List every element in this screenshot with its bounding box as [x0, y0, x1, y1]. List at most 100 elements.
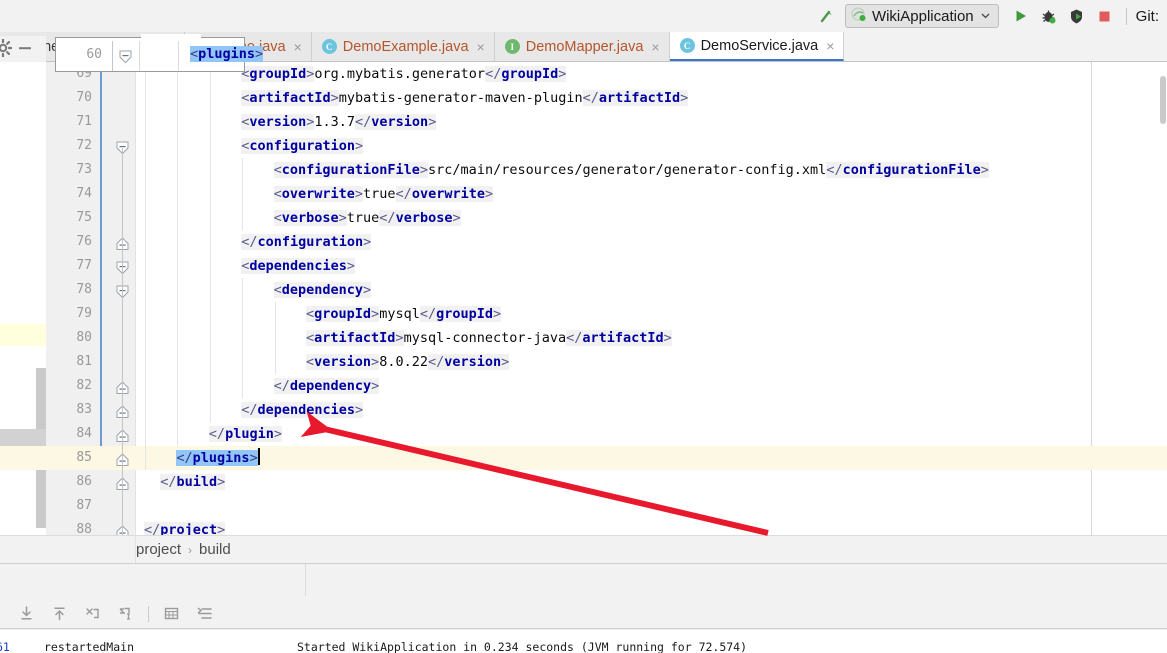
debug-icon[interactable]: [1035, 3, 1063, 29]
code-line[interactable]: 73 <configurationFile>src/main/resources/…: [0, 158, 1167, 182]
token-sel: plugins: [192, 450, 250, 466]
tab-demoservice-java[interactable]: C DemoService.java ×: [669, 32, 845, 61]
token-tg: version: [249, 114, 307, 130]
indent-guide: [145, 446, 146, 470]
token-br: >: [428, 114, 437, 130]
code-line[interactable]: 88 </project>: [0, 518, 1167, 535]
token-br: </: [208, 426, 226, 442]
token-br: >: [452, 210, 461, 226]
tab-close-icon[interactable]: ×: [292, 40, 302, 54]
code-line[interactable]: 76 </configuration>: [0, 230, 1167, 254]
code-line[interactable]: 72 <configuration>: [0, 134, 1167, 158]
scroll-to-end-icon[interactable]: [109, 601, 142, 627]
indent-guide: [145, 110, 146, 134]
token-txt: mysql: [379, 306, 420, 322]
minimize-icon[interactable]: [16, 39, 34, 60]
code-line[interactable]: 79 <groupId>mysql</groupId>: [0, 302, 1167, 326]
token-br: </: [355, 114, 372, 130]
gear-icon[interactable]: [0, 37, 13, 60]
line-number: 84: [76, 426, 92, 441]
code-line[interactable]: 80 <artifactId>mysql-connector-java</arti…: [0, 326, 1167, 350]
breadcrumb-item-project[interactable]: project: [136, 541, 181, 558]
token-br: </: [379, 210, 396, 226]
editor-vertical-scrollbar[interactable]: [1160, 76, 1166, 124]
code-line[interactable]: 78 <dependency>: [0, 278, 1167, 302]
line-number: 71: [76, 114, 92, 129]
token-br: >: [363, 234, 372, 250]
token-br: <: [273, 186, 282, 202]
console-output[interactable]: 61 restartedMain Started WikiApplication…: [0, 630, 1167, 653]
code-line[interactable]: 75 <verbose>true</verbose>: [0, 206, 1167, 230]
token-tg: version: [444, 354, 502, 370]
code-line[interactable]: 77 <dependencies>: [0, 254, 1167, 278]
token-br: </: [144, 522, 161, 535]
code-text: </build>: [160, 470, 226, 494]
code-line[interactable]: 86 </build>: [0, 470, 1167, 494]
token-tg: configuration: [257, 234, 364, 250]
code-lines[interactable]: 69 <groupId>org.mybatis.generator</groupI…: [0, 62, 1167, 535]
matching-tag-popup[interactable]: 60 <plugins>: [55, 34, 264, 72]
code-line[interactable]: 83 </dependencies>: [0, 398, 1167, 422]
token-br: >: [354, 186, 364, 202]
indent-guide: [177, 230, 179, 254]
token-tg: verbose: [281, 210, 339, 226]
console-thread-id: 61: [0, 640, 10, 653]
code-line[interactable]: 71 <version>1.3.7</version>: [0, 110, 1167, 134]
token-tg: artifactId: [598, 90, 681, 106]
token-tg: artifactId: [582, 330, 664, 346]
indent-guide: [145, 230, 146, 254]
code-line[interactable]: 70 <artifactId>mybatis-generator-maven-pl…: [0, 86, 1167, 110]
tab-close-icon[interactable]: ×: [475, 40, 485, 54]
code-text: <configurationFile>src/main/resources/ge…: [273, 158, 989, 182]
code-line[interactable]: 81 <version>8.0.22</version>: [0, 350, 1167, 374]
tab-demomapper-java[interactable]: I DemoMapper.java ×: [494, 32, 670, 61]
scroll-to-bottom-icon[interactable]: [10, 601, 43, 627]
tab-close-icon[interactable]: ×: [649, 40, 659, 54]
java-interface-icon: I: [504, 39, 520, 54]
code-text: </plugins>: [176, 446, 260, 470]
indent-icon[interactable]: [188, 601, 221, 627]
token-br: >: [371, 306, 380, 322]
tab-close-icon[interactable]: ×: [824, 39, 834, 53]
line-number: 86: [76, 474, 92, 489]
tab-demoexample-java[interactable]: C DemoExample.java ×: [311, 32, 495, 61]
chevron-down-icon[interactable]: [980, 9, 991, 24]
breadcrumb-item-build[interactable]: build: [199, 541, 231, 558]
token-br: <: [273, 162, 282, 178]
token-br: >: [338, 210, 347, 226]
soft-wrap-icon[interactable]: [76, 601, 109, 627]
token-br: <: [273, 282, 282, 298]
code-line[interactable]: 84 </plugin>: [0, 422, 1167, 446]
code-text: </configuration>: [241, 230, 372, 254]
line-number: 80: [76, 330, 92, 345]
token-br: >: [558, 66, 567, 82]
token-tg: overwrite: [411, 186, 485, 202]
stop-icon[interactable]: [1091, 3, 1119, 29]
run-icon[interactable]: [1007, 3, 1035, 29]
code-editor[interactable]: 69 <groupId>org.mybatis.generator</groupI…: [0, 62, 1167, 535]
run-configuration-label: WikiApplication: [871, 7, 974, 25]
line-number: 85: [76, 450, 92, 465]
print-icon[interactable]: [155, 601, 188, 627]
code-line[interactable]: 82 </dependency>: [0, 374, 1167, 398]
token-br: </: [566, 330, 583, 346]
token-tg: groupId: [436, 306, 493, 322]
indent-guide: [209, 110, 211, 134]
scroll-to-top-icon[interactable]: [43, 601, 76, 627]
token-tg: dependencies: [257, 402, 355, 418]
code-line[interactable]: 74 <overwrite>true</overwrite>: [0, 182, 1167, 206]
token-txt: 1.3.7: [314, 114, 356, 130]
hammer-icon[interactable]: [813, 3, 841, 29]
code-line[interactable]: 85 </plugins>: [0, 446, 1167, 470]
popup-line-number: 60: [86, 47, 102, 62]
indent-guide: [145, 134, 146, 158]
indent-guide: [177, 422, 179, 446]
fold-collapse-icon[interactable]: [118, 50, 133, 64]
token-tg: dependency: [281, 282, 364, 298]
indent-guide: [209, 134, 211, 158]
run-with-coverage-icon[interactable]: [1063, 3, 1091, 29]
token-br: </: [826, 162, 843, 178]
run-configuration-selector[interactable]: WikiApplication: [844, 4, 999, 28]
code-line[interactable]: 87: [0, 494, 1167, 518]
token-txt: org.mybatis.generator: [314, 66, 486, 82]
